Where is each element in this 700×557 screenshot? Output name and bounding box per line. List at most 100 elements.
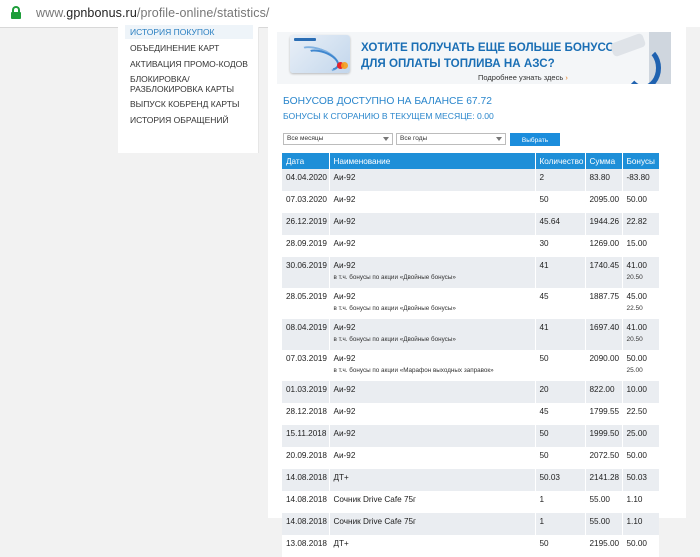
cell-date-value: 08.04.2019 [286,323,327,332]
sidebar-item-block-label-1: БЛОКИРОВКА/ [130,74,190,84]
sidebar-item-merge-cards[interactable]: ОБЪЕДИНЕНИЕ КАРТ [130,43,219,53]
cell-bonus-promo-value: 25.00 [626,367,643,374]
column-header-date[interactable]: Дата [282,153,330,169]
cell-name: Аи-92 [329,447,536,469]
cell-bonus: 1.10 [622,491,659,513]
table-row: 01.03.2019 Аи-92 20 822.00 10.00 [282,381,659,403]
cell-bonus-value: 22.50 [626,407,648,416]
cell-sum: 55.00 [585,513,623,535]
cell-name-value: Аи-92 [333,429,356,438]
cell-bonus: 50.00 [622,535,659,557]
chevron-right-icon: › [565,73,568,82]
cell-qty: 50 [535,535,586,557]
cell-date-value: 28.05.2019 [286,292,327,301]
cell-date: 14.08.2018 [282,469,330,491]
sidebar-item-cobrand-card[interactable]: ВЫПУСК КОБРЕНД КАРТЫ [130,99,239,109]
url-prefix: www. [36,6,67,20]
apply-filter-button[interactable]: Выбрать [510,133,560,146]
cell-sum-value: 1999.50 [589,429,620,438]
lock-icon[interactable] [11,6,21,19]
cell-sum: 1799.55 [585,403,623,425]
cell-sum-value: 1944.26 [589,217,620,226]
cell-qty: 50 [535,447,586,469]
column-header-name[interactable]: Наименование [329,153,536,169]
year-select[interactable]: Все годы [396,133,506,145]
cell-sum-value: 2090.00 [589,354,620,363]
cell-name-promo-note: в т.ч. бонусы по акции «Марафон выходных… [333,367,494,374]
cell-qty: 2 [535,169,586,191]
cell-date-value: 14.08.2018 [286,473,327,482]
cell-name: Аи-92 [329,235,536,257]
cell-bonus-promo-value: 22.50 [626,305,643,312]
table-row: 26.12.2019 Аи-92 45.64 1944.26 22.82 [282,213,659,235]
cell-date: 20.09.2018 [282,447,330,469]
cell-bonus: 50.00 25.00 [622,350,659,381]
cell-qty-value: 50 [539,429,549,438]
cell-qty-value: 1 [539,495,545,504]
cell-date: 28.12.2018 [282,403,330,425]
table-row: 30.06.2019 Аи-92 в т.ч. бонусы по акции «Д… [282,257,659,288]
cell-name-value: Аи-92 [333,385,356,394]
sidebar-item-promo-codes[interactable]: АКТИВАЦИЯ ПРОМО-КОДОВ [130,59,248,69]
cell-qty: 45 [535,288,586,319]
banner-more-link[interactable]: Подробнее узнать здесь › [478,73,568,82]
cell-qty: 45.64 [535,213,586,235]
cell-bonus-value: -83.80 [626,173,650,182]
table-header-row: Дата Наименование Количество Сумма Бонус… [282,153,659,169]
cell-date-value: 26.12.2019 [286,217,327,226]
cell-bonus-value: 41.00 [626,323,648,332]
cell-qty-value: 50 [539,195,549,204]
cell-bonus-value: 50.03 [626,473,648,482]
cell-bonus: 45.00 22.50 [622,288,659,319]
cell-date: 30.06.2019 [282,257,330,288]
year-select-value: Все годы [400,135,428,142]
cell-name-value: Аи-92 [333,292,356,301]
cell-name-value: Аи-92 [333,217,356,226]
cell-qty-value: 50.03 [539,473,561,482]
purchase-history-table: Дата Наименование Количество Сумма Бонус… [282,153,659,557]
cell-sum-value: 1740.45 [589,261,620,270]
cell-qty-value: 50 [539,539,549,548]
cell-name-value: Аи-92 [333,323,356,332]
sidebar-item-requests-history[interactable]: ИСТОРИЯ ОБРАЩЕНИЙ [130,115,229,125]
cell-bonus-value: 1.10 [626,495,643,504]
column-header-qty[interactable]: Количество [535,153,586,169]
cell-qty: 41 [535,257,586,288]
address-bar[interactable]: www.gpnbonus.ru/profile-online/statistic… [0,0,700,28]
cell-name-promo-note: в т.ч. бонусы по акции «Двойные бонусы» [333,274,456,281]
cell-name-promo-note: в т.ч. бонусы по акции «Двойные бонусы» [333,336,456,343]
cell-bonus-value: 10.00 [626,385,648,394]
promo-banner[interactable]: ХОТИТЕ ПОЛУЧАТЬ ЕЩЕ БОЛЬШЕ БОНУСОВ ДЛЯ О… [277,32,671,84]
cell-sum: 2090.00 [585,350,623,381]
table-row: 13.08.2018 ДТ+ 50 2195.00 50.00 [282,535,659,557]
cell-qty: 1 [535,491,586,513]
cell-qty: 20 [535,381,586,403]
cell-date: 13.08.2018 [282,535,330,557]
cell-bonus: 50.03 [622,469,659,491]
cell-sum-value: 1887.75 [589,292,620,301]
cell-qty-value: 45.64 [539,217,561,226]
cell-bonus-promo-value: 20.50 [626,336,643,343]
cell-name: ДТ+ [329,535,536,557]
cell-bonus: 41.00 20.50 [622,257,659,288]
cell-bonus: 22.82 [622,213,659,235]
cell-sum-value: 822.00 [589,385,615,394]
cell-qty-value: 41 [539,261,549,270]
cell-bonus: 25.00 [622,425,659,447]
balance-expiring: БОНУСЫ К СГОРАНИЮ В ТЕКУЩЕМ МЕСЯЦЕ: 0.00 [283,111,494,121]
cell-name-value: Аи-92 [333,261,356,270]
sidebar-item-block-card[interactable]: БЛОКИРОВКА/ РАЗБЛОКИРОВКА КАРТЫ [130,74,234,94]
month-select[interactable]: Все месяцы [283,133,393,145]
cell-date: 15.11.2018 [282,425,330,447]
cell-date-value: 20.09.2018 [286,451,327,460]
url-text[interactable]: www.gpnbonus.ru/profile-online/statistic… [36,6,270,20]
column-header-bonus[interactable]: Бонусы [622,153,659,169]
cell-qty: 30 [535,235,586,257]
cell-bonus: 10.00 [622,381,659,403]
table-row: 08.04.2019 Аи-92 в т.ч. бонусы по акции «Д… [282,319,659,350]
sidebar-item-purchase-history[interactable]: ИСТОРИЯ ПОКУПОК [125,25,253,39]
column-header-sum[interactable]: Сумма [585,153,623,169]
cell-date: 01.03.2019 [282,381,330,403]
table-row: 28.09.2019 Аи-92 30 1269.00 15.00 [282,235,659,257]
fuel-nozzle-image [593,32,671,84]
